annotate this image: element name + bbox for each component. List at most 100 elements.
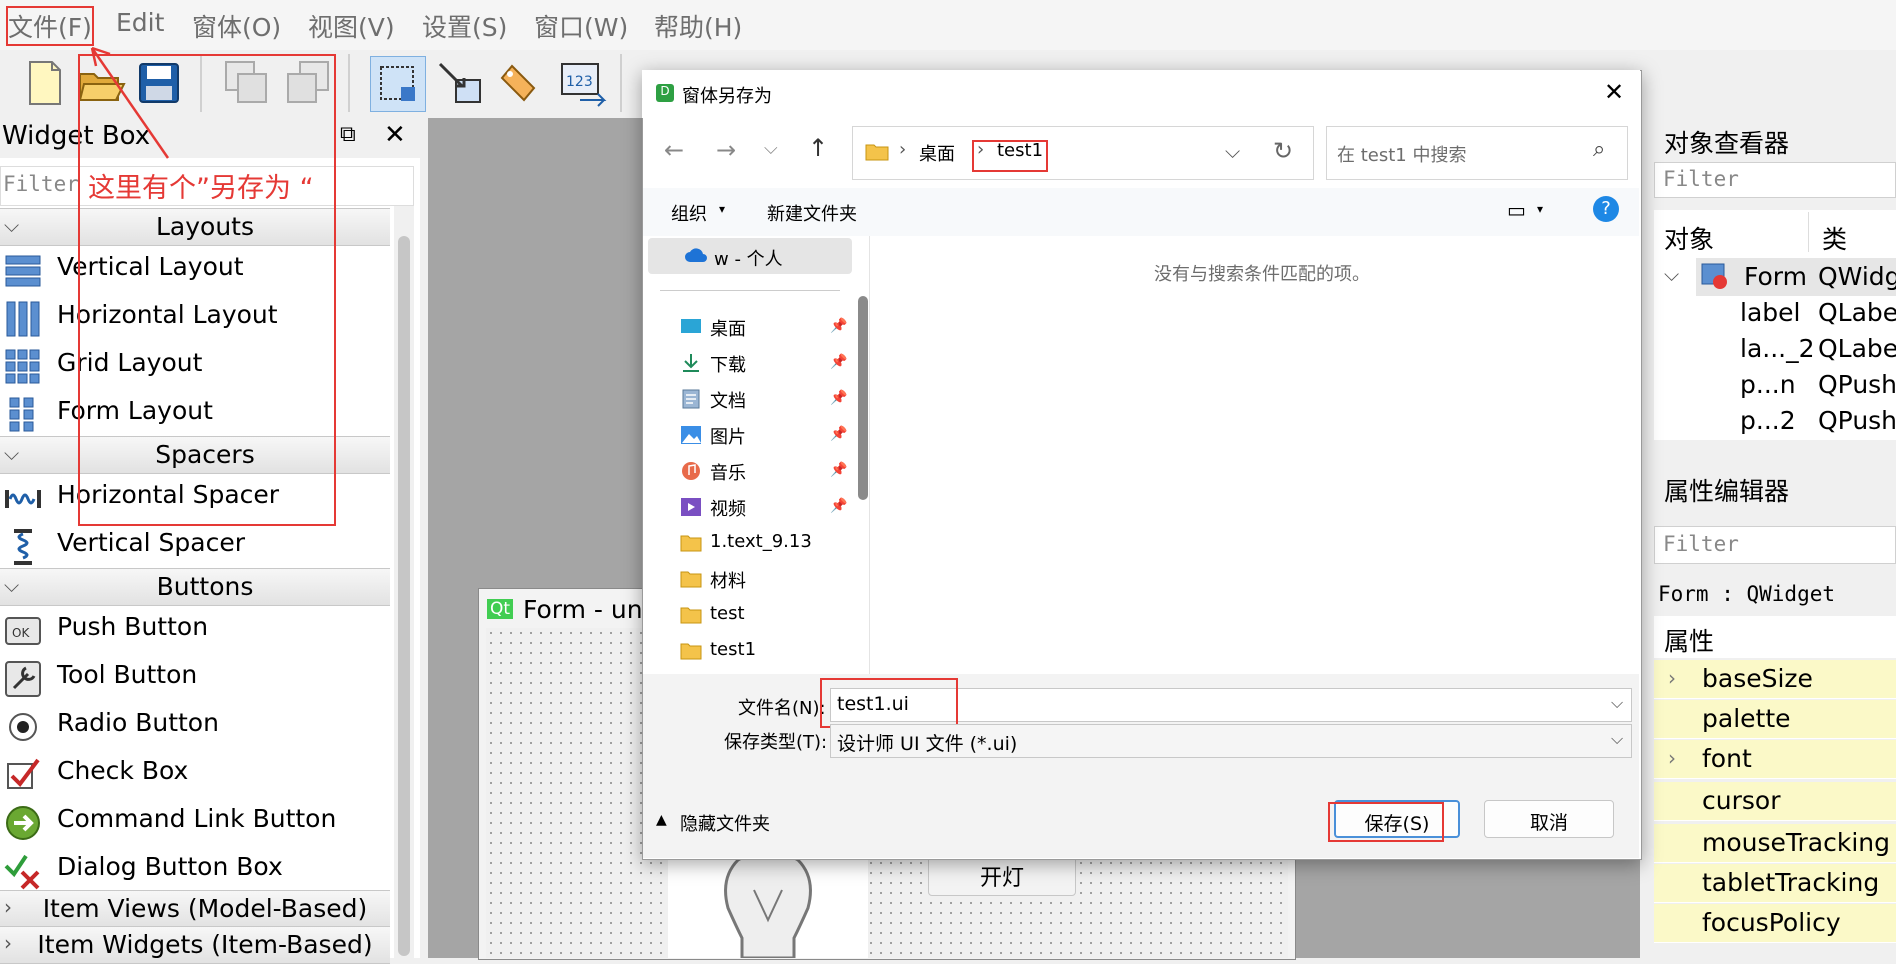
back-arrow-icon[interactable]: ← (664, 136, 684, 164)
object-class: QLabel (1818, 298, 1896, 327)
widget-command-link-button[interactable]: Command Link Button (0, 798, 390, 844)
pin-icon[interactable]: 📌 (830, 426, 847, 442)
prop-palette[interactable]: palette (1654, 700, 1896, 739)
category-label: Buttons (156, 572, 254, 601)
close-icon[interactable]: ✕ (1604, 78, 1624, 106)
menu-help[interactable]: 帮助(H) (654, 8, 742, 44)
hide-folders-toggle[interactable]: 隐藏文件夹 (680, 810, 770, 836)
widget-dialog-button-box[interactable]: Dialog Button Box (0, 846, 390, 892)
cancel-button[interactable]: 取消 (1484, 800, 1614, 838)
object-name[interactable]: p...n (1740, 370, 1796, 406)
class-col-header[interactable]: 类 (1822, 220, 1847, 256)
breadcrumb-desktop[interactable]: 桌面 (919, 140, 955, 166)
edit-buddies-icon[interactable] (494, 56, 548, 110)
menu-settings[interactable]: 设置(S) (422, 8, 507, 44)
menu-view[interactable]: 视图(V) (308, 8, 395, 44)
category-label: Item Views (Model-Based) (42, 894, 368, 923)
prop-label: mouseTracking (1702, 828, 1890, 857)
prop-mousetracking[interactable]: mouseTracking (1654, 824, 1896, 863)
object-col-header[interactable]: 对象 (1664, 220, 1714, 256)
view-options-icon[interactable]: ▭ (1507, 198, 1526, 222)
filetype-value: 设计师 UI 文件 (*.ui) (837, 733, 1018, 755)
prop-basesize[interactable]: › baseSize (1654, 660, 1896, 699)
close-icon[interactable]: ✕ (384, 120, 406, 150)
chevron-down-icon[interactable]: ⌵ (1664, 262, 1679, 286)
nav-divider (660, 290, 840, 291)
forward-arrow-icon[interactable]: → (716, 136, 736, 164)
vertical-spacer-icon (4, 528, 42, 566)
up-arrow-icon[interactable]: ↑ (808, 134, 828, 162)
object-name[interactable]: label (1740, 298, 1800, 334)
pin-icon[interactable]: 📌 (830, 318, 847, 334)
property-header: 属性 (1654, 616, 1896, 658)
pin-icon[interactable]: 📌 (830, 462, 847, 478)
prop-focuspolicy[interactable]: focusPolicy (1654, 904, 1896, 943)
chevron-right-icon: › (1668, 746, 1676, 770)
file-list-pane[interactable]: 没有与搜索条件匹配的项。 (870, 236, 1639, 674)
pin-icon[interactable]: 📌 (830, 354, 847, 370)
property-filter-placeholder: Filter (1663, 532, 1739, 556)
filetype-dropdown-icon[interactable]: ⌵ (1611, 729, 1623, 749)
view-chevron-icon[interactable]: ▾ (1537, 202, 1543, 216)
menu-form[interactable]: 窗体(O) (192, 8, 281, 44)
organize-chevron-icon[interactable]: ▾ (719, 202, 725, 216)
filename-dropdown-icon[interactable]: ⌵ (1611, 693, 1623, 713)
nav-scrollbar-thumb[interactable] (858, 296, 868, 500)
command-link-icon (4, 804, 42, 842)
refresh-icon[interactable]: ↻ (1273, 137, 1293, 165)
recent-chevron-icon[interactable]: ⌵ (764, 138, 778, 159)
widget-tool-button[interactable]: Tool Button (0, 654, 390, 700)
nav-item-label: 视频 (710, 499, 746, 520)
property-filter-input[interactable]: Filter (1654, 526, 1896, 564)
category-buttons[interactable]: ⌵ Buttons (0, 568, 390, 606)
column-divider (1808, 212, 1809, 252)
nav-item-label: 文档 (710, 391, 746, 412)
edit-widgets-icon[interactable] (370, 56, 426, 112)
widget-label: Dialog Button Box (57, 852, 283, 881)
nav-item-label: test (710, 603, 745, 624)
widget-label: Command Link Button (57, 804, 337, 833)
edit-tab-order-icon[interactable]: 123 (556, 56, 610, 110)
object-name: Form (1744, 262, 1807, 291)
filetype-select[interactable]: 设计师 UI 文件 (*.ui) ⌵ (830, 724, 1632, 758)
category-item-widgets[interactable]: › Item Widgets (Item-Based) (0, 926, 390, 964)
object-filter-input[interactable]: Filter (1654, 162, 1896, 198)
widget-label: Check Box (57, 756, 189, 785)
chevron-up-icon[interactable]: ▲ (656, 812, 667, 828)
search-placeholder: 在 test1 中搜索 (1337, 145, 1467, 166)
new-file-icon[interactable] (18, 56, 72, 110)
widget-radio-button[interactable]: Radio Button (0, 702, 390, 748)
folder-icon (680, 533, 702, 553)
pin-icon[interactable]: 📌 (830, 390, 847, 406)
organize-menu[interactable]: 组织 (671, 200, 707, 226)
prop-label: tabletTracking (1702, 868, 1880, 897)
edit-signals-icon[interactable] (432, 56, 486, 110)
grid-layout-icon (4, 348, 42, 386)
prop-tablettracking[interactable]: tabletTracking (1654, 864, 1896, 903)
prop-font[interactable]: › font (1654, 740, 1896, 779)
nav-account-item[interactable]: w - 个人 (648, 238, 852, 274)
lightbulb-image[interactable] (668, 849, 868, 960)
address-bar[interactable]: › 桌面 › test1 ⌵ ↻ (852, 126, 1314, 180)
new-folder-button[interactable]: 新建文件夹 (767, 200, 857, 226)
object-name[interactable]: la..._2 (1740, 334, 1815, 370)
object-name[interactable]: p...2 (1740, 406, 1796, 442)
widget-vertical-spacer[interactable]: Vertical Spacer (0, 522, 390, 568)
float-icon[interactable]: ⧉ (340, 122, 356, 147)
menu-edit[interactable]: Edit (116, 8, 164, 37)
prop-cursor[interactable]: cursor (1654, 782, 1896, 821)
nav-item-label: 桌面 (710, 319, 746, 340)
widget-check-box[interactable]: Check Box (0, 750, 390, 796)
search-box[interactable]: 在 test1 中搜索 ⌕ (1326, 126, 1628, 180)
widget-label: Vertical Spacer (57, 528, 245, 557)
widget-push-button[interactable]: OK Push Button (0, 606, 390, 652)
pin-icon[interactable]: 📌 (830, 498, 847, 514)
svg-text:OK: OK (12, 626, 30, 640)
address-dropdown-icon[interactable]: ⌵ (1225, 139, 1240, 163)
svg-text:123: 123 (566, 74, 593, 90)
search-icon[interactable]: ⌕ (1593, 137, 1605, 162)
help-icon[interactable]: ? (1593, 196, 1619, 222)
menu-window[interactable]: 窗口(W) (534, 8, 628, 44)
category-item-views[interactable]: › Item Views (Model-Based) (0, 890, 390, 928)
filetype-label: 保存类型(T): (724, 732, 828, 753)
